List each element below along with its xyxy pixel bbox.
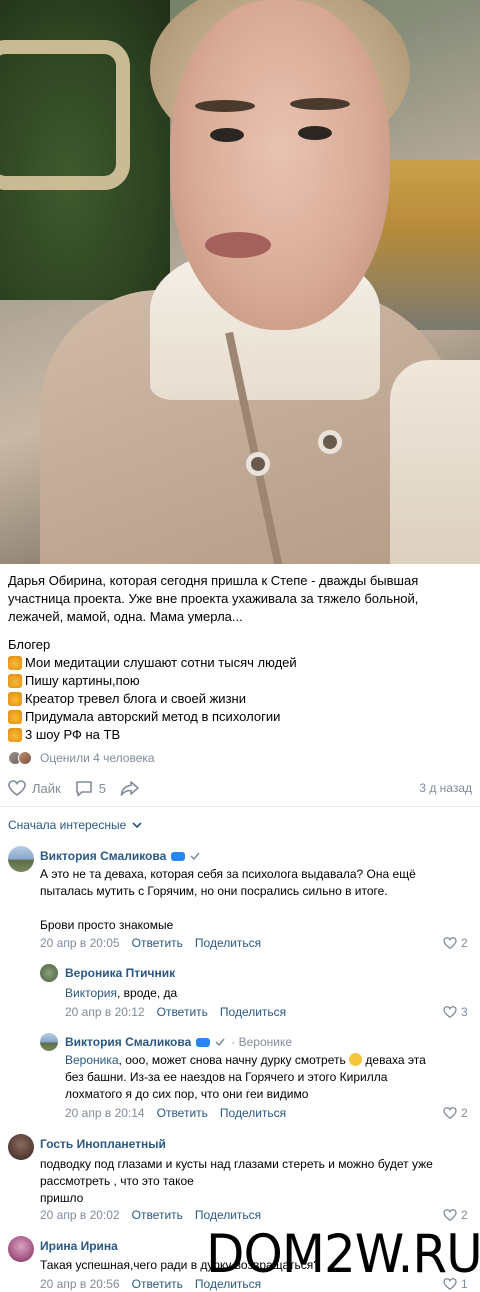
background-sign	[0, 40, 130, 190]
heart-icon	[443, 1006, 457, 1018]
heart-icon	[443, 937, 457, 949]
sleeve	[390, 360, 480, 564]
star-emoji-icon	[8, 710, 22, 724]
divider	[0, 806, 480, 807]
rated-by[interactable]: Оценили 4 человека	[8, 748, 155, 768]
comments-count: 5	[98, 780, 106, 796]
post-line: Дарья Обирина, которая сегодня пришла к …	[8, 573, 419, 588]
post-line: участница проекта. Уже вне проекта ухажи…	[8, 591, 419, 606]
share-button[interactable]	[120, 780, 146, 796]
comment-meta: 20 апр в 20:12 Ответить Поделиться	[65, 1005, 286, 1019]
avatar[interactable]	[8, 1134, 34, 1160]
post-text: Дарья Обирина, которая сегодня пришла к …	[8, 572, 472, 744]
face	[170, 0, 390, 330]
like-button[interactable]: Лайк	[8, 780, 61, 796]
chevron-down-icon	[132, 821, 142, 828]
avatar[interactable]	[8, 846, 34, 872]
comment-date[interactable]: 20 апр в 20:56	[40, 1277, 120, 1291]
share-link[interactable]: Поделиться	[220, 1106, 286, 1120]
star-emoji-icon	[8, 692, 22, 706]
comment-text: Вероника, ооо, может снова начну дурку с…	[65, 1053, 426, 1101]
comments-sort-dropdown[interactable]: Сначала интересные	[8, 818, 142, 832]
watermark: DOM2W.RU	[206, 1223, 480, 1285]
checkmark-icon	[190, 852, 200, 860]
post-time: 3 д назад	[419, 781, 472, 795]
liker-avatar	[18, 751, 32, 765]
right-eye	[298, 126, 332, 140]
avatar[interactable]	[8, 1236, 34, 1262]
comment-meta: 20 апр в 20:05 Ответить Поделиться	[40, 936, 261, 950]
left-eyebrow	[195, 100, 255, 112]
post-description: Дарья Обирина, которая сегодня пришла к …	[8, 572, 472, 626]
reply-button[interactable]: Ответить	[157, 1005, 208, 1019]
sort-label: Сначала интересные	[8, 818, 127, 832]
bio-item: Придумала авторский метод в психологии	[8, 708, 472, 726]
left-eye	[210, 128, 244, 142]
comment-like-button[interactable]: 2	[443, 1106, 468, 1120]
star-emoji-icon	[8, 656, 22, 670]
comment-author[interactable]: Ирина Ирина	[40, 1239, 118, 1253]
mention-link[interactable]: Вероника	[65, 1053, 119, 1067]
share-arrow-icon	[120, 781, 139, 796]
bio-title: Блогер	[8, 637, 51, 652]
comment-date[interactable]: 20 апр в 20:14	[65, 1106, 145, 1120]
reply-button[interactable]: Ответить	[157, 1106, 208, 1120]
comment-date[interactable]: 20 апр в 20:12	[65, 1005, 145, 1019]
comment-author[interactable]: Гость Инопланетный	[40, 1137, 166, 1151]
grommet-left	[246, 452, 270, 476]
share-link[interactable]: Поделиться	[195, 936, 261, 950]
mention-link[interactable]: Виктория	[65, 986, 117, 1000]
comment-meta: 20 апр в 20:14 Ответить Поделиться	[65, 1106, 286, 1120]
comment-meta: 20 апр в 20:02 Ответить Поделиться	[40, 1208, 261, 1222]
post-line: лежачей, мамой, одна. Мама умерла...	[8, 609, 243, 624]
star-emoji-icon	[8, 674, 22, 688]
post-actions: Лайк 5 3 д назад	[8, 776, 472, 800]
comment-date[interactable]: 20 апр в 20:02	[40, 1208, 120, 1222]
share-link[interactable]: Поделиться	[195, 1208, 261, 1222]
comment-author[interactable]: Виктория Смаликова	[40, 849, 200, 863]
comment-like-button[interactable]: 3	[443, 1005, 468, 1019]
mouth	[205, 232, 271, 258]
comment-text: Виктория, вроде, да	[65, 986, 178, 1000]
bio-item: Креатор тревел блога и своей жизни	[8, 690, 472, 708]
heart-icon	[443, 1209, 457, 1221]
reply-button[interactable]: Ответить	[132, 936, 183, 950]
comments-button[interactable]: 5	[75, 780, 106, 797]
comment-date[interactable]: 20 апр в 20:05	[40, 936, 120, 950]
grommet-right	[318, 430, 342, 454]
avatar[interactable]	[40, 1033, 58, 1051]
comment-author[interactable]: Виктория Смаликова · Веронике	[65, 1035, 292, 1049]
star-emoji-icon	[8, 728, 22, 742]
checkmark-icon	[215, 1038, 225, 1046]
right-eyebrow	[290, 98, 350, 110]
reply-button[interactable]: Ответить	[132, 1208, 183, 1222]
vk-badge-icon	[196, 1037, 211, 1047]
avatar[interactable]	[40, 964, 58, 982]
comment-like-button[interactable]: 2	[443, 1208, 468, 1222]
comment-text: А это не та деваха, которая себя за псих…	[40, 867, 416, 932]
reply-to[interactable]: · Веронике	[231, 1035, 292, 1049]
heart-icon	[8, 780, 26, 796]
vk-badge-icon	[171, 851, 186, 861]
rated-count: Оценили 4 человека	[40, 751, 155, 765]
bio-item: Мои медитации слушают сотни тысяч людей	[8, 654, 472, 672]
bio-item: 3 шоу РФ на ТВ	[8, 726, 472, 744]
reply-button[interactable]: Ответить	[132, 1277, 183, 1291]
comment-author[interactable]: Вероника Птичник	[65, 966, 175, 980]
like-label: Лайк	[32, 780, 61, 796]
share-link[interactable]: Поделиться	[220, 1005, 286, 1019]
comment-icon	[75, 780, 92, 796]
heart-icon	[443, 1107, 457, 1119]
post-video-frame[interactable]	[0, 0, 480, 564]
bio-item: Пишу картины,пою	[8, 672, 472, 690]
comment-text: подводку под глазами и кусты над глазами…	[40, 1157, 433, 1205]
comment-like-button[interactable]: 2	[443, 936, 468, 950]
laughing-emoji-icon	[349, 1053, 363, 1066]
